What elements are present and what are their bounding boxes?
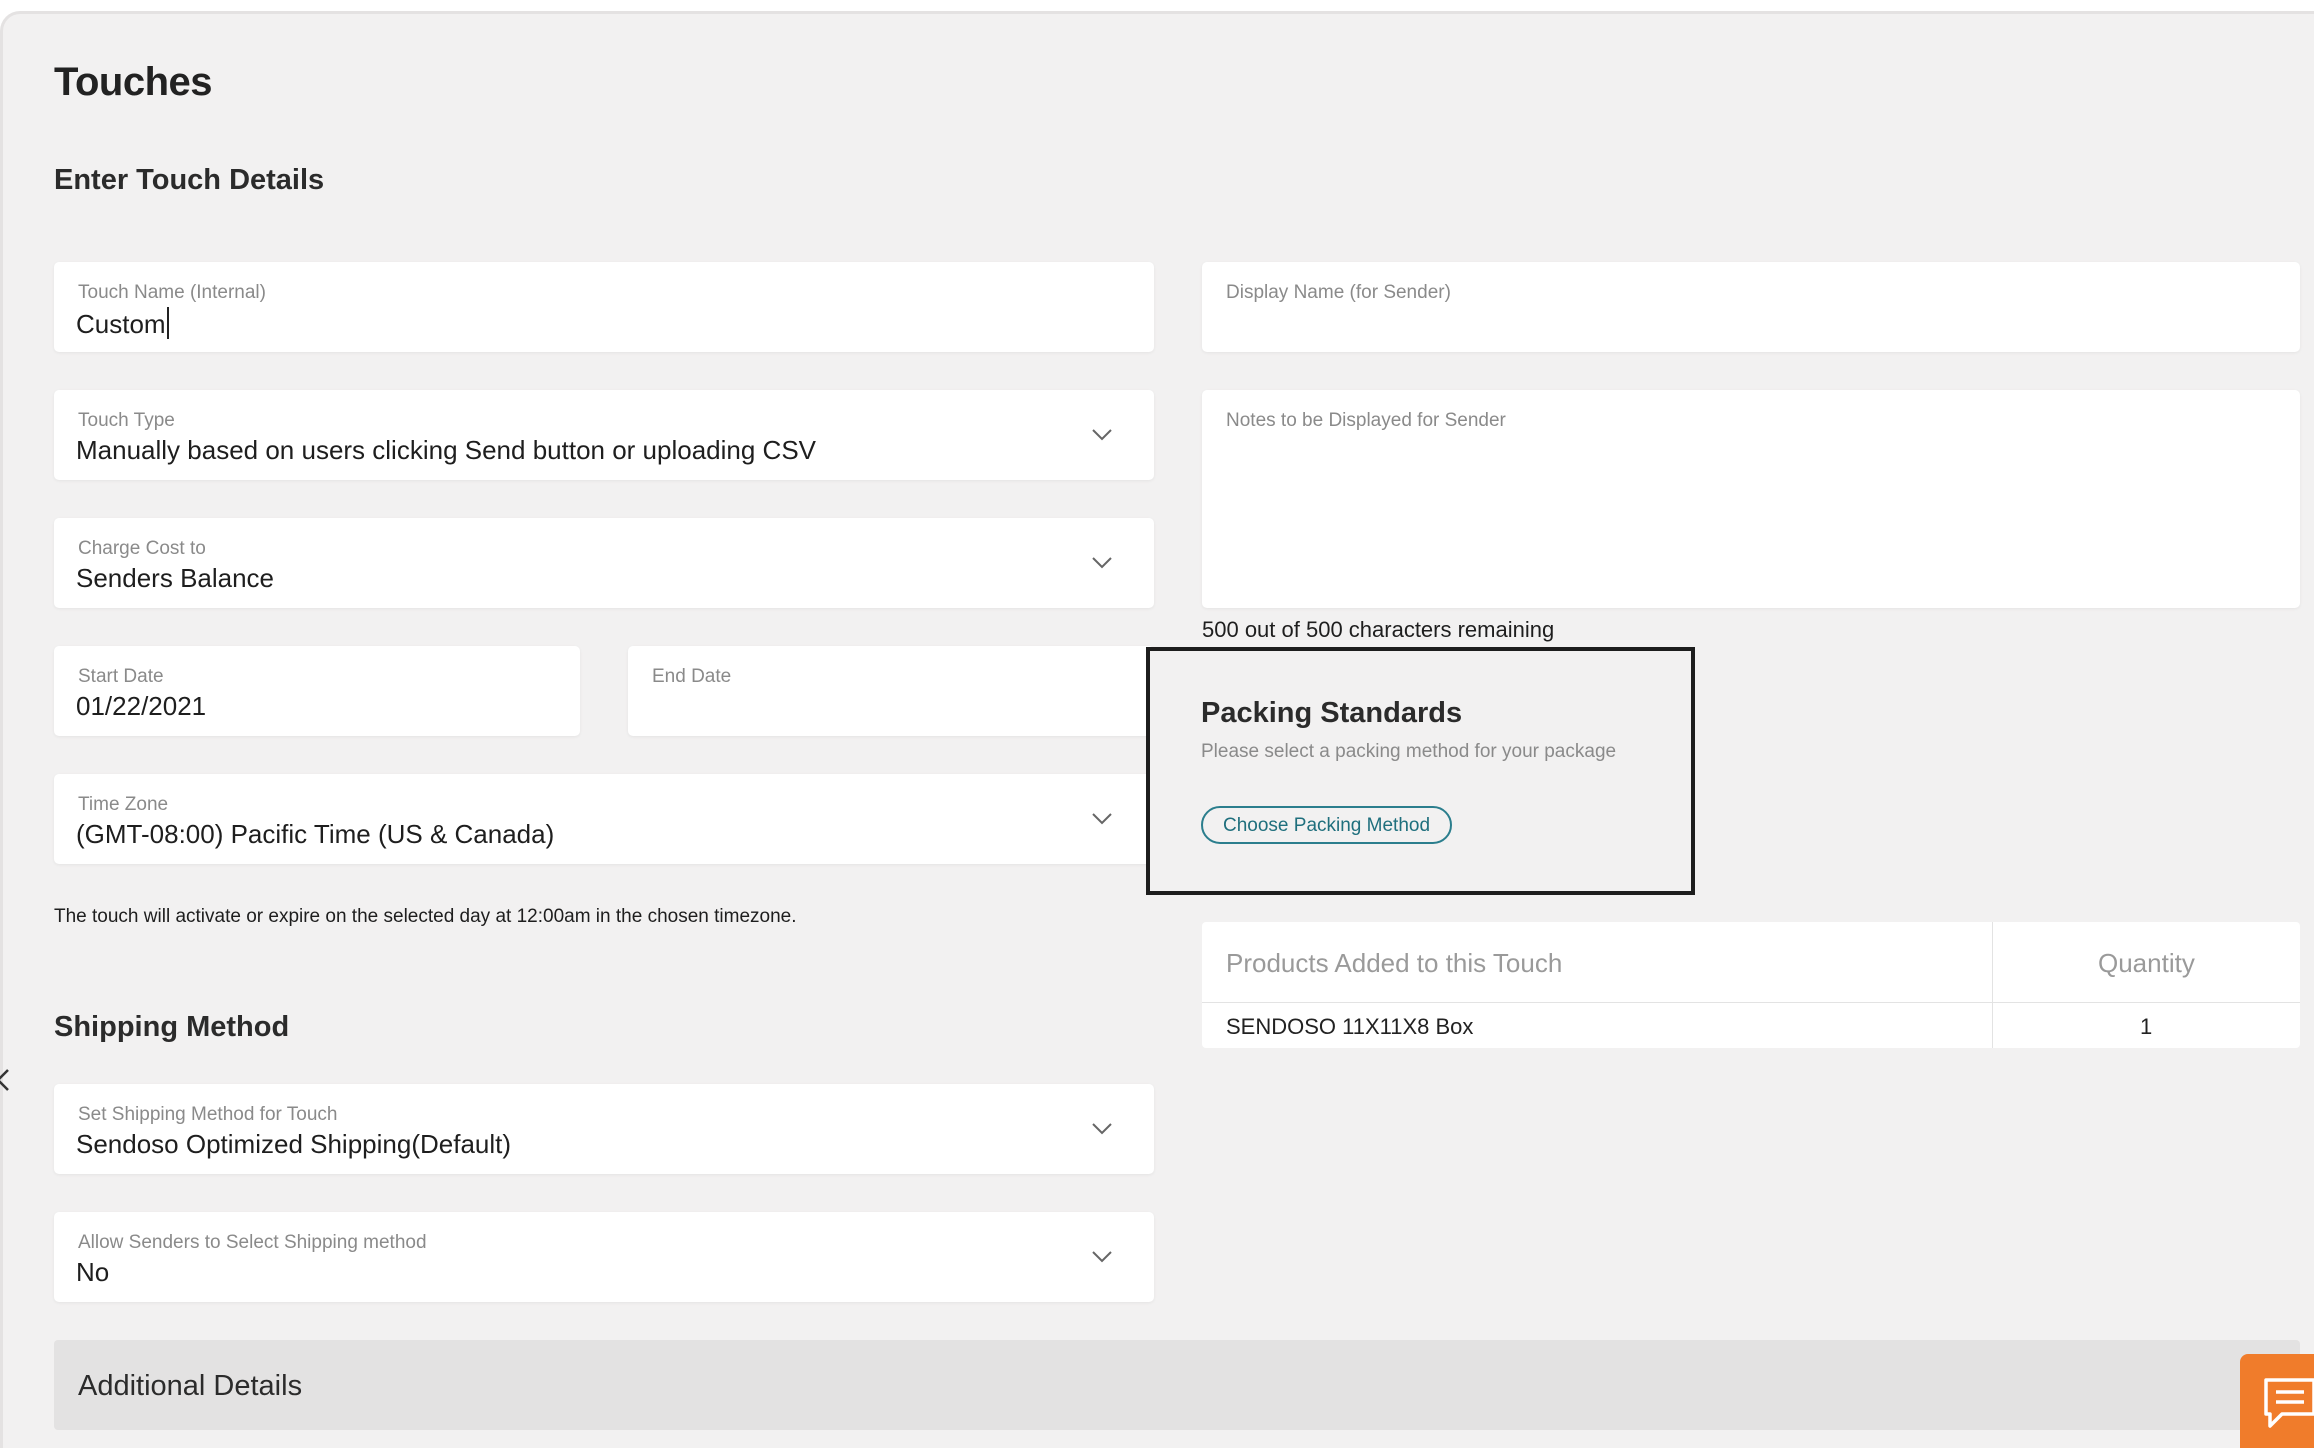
additional-details-panel[interactable]: Additional Details (54, 1340, 2300, 1430)
timezone-note: The touch will activate or expire on the… (54, 906, 797, 927)
packing-title: Packing Standards (1201, 697, 1463, 729)
time-zone-value: (GMT-08:00) Pacific Time (US & Canada) (76, 819, 555, 849)
packing-subtitle: Please select a packing method for your … (1201, 741, 1617, 762)
allow-select-shipping-label: Allow Senders to Select Shipping method (78, 1232, 427, 1253)
chat-button[interactable] (2240, 1354, 2314, 1448)
chat-icon (2264, 1378, 2314, 1428)
start-date-field[interactable]: Start Date 01/22/2021 (54, 646, 580, 736)
chars-remaining: 500 out of 500 characters remaining (1202, 617, 1555, 642)
chevron-down-icon[interactable] (1090, 550, 1114, 574)
product-name-cell: SENDOSO 11X11X8 Box (1226, 1014, 1474, 1039)
shipping-method-value: Sendoso Optimized Shipping(Default) (76, 1129, 512, 1159)
touch-type-value: Manually based on users clicking Send bu… (76, 435, 817, 465)
column-divider (1992, 922, 1993, 1048)
section-title-touch-details: Enter Touch Details (54, 164, 325, 196)
chevron-down-icon[interactable] (1090, 1116, 1114, 1140)
shipping-method-select[interactable]: Set Shipping Method for Touch Sendoso Op… (54, 1084, 1154, 1174)
chevron-down-icon[interactable] (1090, 806, 1114, 830)
chevron-down-icon[interactable] (1090, 422, 1114, 446)
section-title-shipping: Shipping Method (54, 1011, 290, 1043)
shipping-method-label: Set Shipping Method for Touch (78, 1104, 338, 1125)
additional-details-title: Additional Details (78, 1370, 303, 1402)
packing-standards-box (1146, 647, 1695, 895)
touch-name-field[interactable]: Touch Name (Internal) Custom (54, 262, 1154, 352)
end-date-field[interactable]: End Date (628, 646, 1154, 736)
allow-select-shipping-value: No (76, 1257, 110, 1287)
page-title: Touches (54, 60, 213, 104)
charge-cost-select[interactable]: Charge Cost to Senders Balance (54, 518, 1154, 608)
notes-label: Notes to be Displayed for Sender (1226, 410, 1506, 431)
product-quantity-cell: 1 (2140, 1014, 2153, 1039)
notes-textarea[interactable]: Notes to be Displayed for Sender (1202, 390, 2300, 608)
touch-name-label: Touch Name (Internal) (78, 282, 266, 303)
start-date-label: Start Date (78, 666, 164, 687)
charge-cost-value: Senders Balance (76, 563, 275, 593)
quantity-header: Quantity (2098, 948, 2195, 978)
display-name-label: Display Name (for Sender) (1226, 282, 1451, 303)
text-cursor (166, 307, 169, 339)
touch-type-label: Touch Type (78, 410, 175, 431)
display-name-field[interactable]: Display Name (for Sender) (1202, 262, 2300, 352)
products-header: Products Added to this Touch (1226, 948, 1563, 978)
end-date-label: End Date (652, 666, 732, 687)
start-date-value: 01/22/2021 (76, 691, 207, 721)
time-zone-label: Time Zone (78, 794, 169, 815)
choose-packing-method-button[interactable]: Choose Packing Method (1201, 806, 1453, 844)
chevron-left-icon[interactable] (0, 1066, 14, 1094)
charge-cost-label: Charge Cost to (78, 538, 206, 559)
time-zone-select[interactable]: Time Zone (GMT-08:00) Pacific Time (US &… (54, 774, 1154, 864)
touch-type-select[interactable]: Touch Type Manually based on users click… (54, 390, 1154, 480)
page-canvas: Touches Enter Touch Details Touch Name (… (0, 0, 2314, 1448)
products-table: Products Added to this Touch Quantity SE… (1202, 922, 2300, 1048)
chevron-down-icon[interactable] (1090, 1244, 1114, 1268)
allow-select-shipping-select[interactable]: Allow Senders to Select Shipping method … (54, 1212, 1154, 1302)
touch-name-value: Custom (76, 307, 169, 340)
